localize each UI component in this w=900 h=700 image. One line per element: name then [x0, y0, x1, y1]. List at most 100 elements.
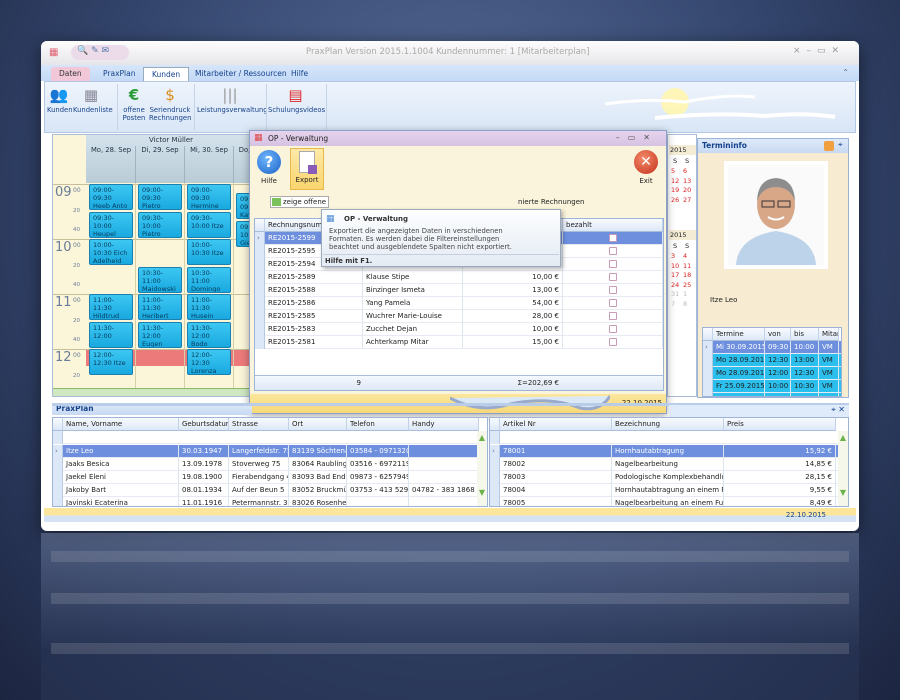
appointment[interactable]: 10:30-11:00 Domingo [187, 266, 231, 293]
table-row[interactable]: › Mi 30.09.2015 09:30 10:00 VM [703, 341, 841, 354]
column-header[interactable]: Name, Vorname [63, 418, 179, 431]
appointment[interactable]: 10:30-11:00 Maidowski [138, 266, 182, 293]
horizontal-scrollbar[interactable] [53, 388, 251, 396]
leistungsverwaltung-button[interactable]: ||| Leistungsverwaltung [197, 86, 268, 115]
collapse-ribbon-icon[interactable]: ⌃ [842, 68, 849, 77]
filter-storno-label[interactable]: nierte Rechnungen [518, 198, 584, 206]
table-row[interactable]: Fr 25.09.201509:3010:00VM [703, 393, 841, 396]
tab-hilfe[interactable]: Hilfe [283, 67, 316, 81]
appointment[interactable]: 11:00-11:30 Heribert Michalska [138, 294, 182, 320]
scroll-down-icon[interactable]: ▼ [477, 488, 487, 497]
export-button[interactable]: Export [290, 148, 324, 190]
appointment[interactable]: 11:30-12:00 [89, 321, 133, 348]
day-number[interactable]: 20 [683, 186, 691, 194]
table-row[interactable]: RE2015-2586 Yang Pamela 54,00 € [255, 297, 663, 310]
day-number[interactable]: 7 [671, 300, 675, 308]
appointment[interactable]: 11:30-12:00 Bodo [187, 321, 231, 348]
dialog-window-controls[interactable]: –▭✕ [616, 133, 658, 142]
table-row[interactable]: Mo 28.09.2015 12:00 12:30 VM [703, 367, 841, 380]
column-header[interactable]: Ort [289, 418, 347, 431]
help-button[interactable]: ? Hilfe [256, 150, 282, 185]
scroll-down-icon[interactable]: ▼ [838, 488, 848, 497]
day-number[interactable]: 6 [683, 167, 687, 175]
table-row[interactable]: RE2015-2588 Binzinger Ismeta 13,00 € [255, 284, 663, 297]
filter-open-checkbox[interactable]: zeige offene [270, 196, 330, 208]
table-row[interactable]: Javinski Ecaterina 11.01.1916 Petermannstr… [53, 497, 487, 506]
table-row[interactable]: › 78001 Hornhautabtragung 15,92 € [490, 445, 848, 458]
day-number[interactable]: 31 [671, 290, 679, 298]
table-row[interactable]: 78003 Podologische Komplexbehandlung 28,15… [490, 471, 848, 484]
appointment[interactable]: 11:30-12:00 Eugen [138, 321, 182, 348]
tab-kunden[interactable]: Kunden [143, 67, 190, 81]
vertical-scrollbar[interactable]: ▲ ▼ [477, 431, 487, 506]
paid-checkbox[interactable] [608, 286, 617, 294]
day-number[interactable]: 17 [671, 271, 679, 279]
appointment[interactable]: 10:00-10:30 Itze [187, 239, 231, 265]
paid-checkbox[interactable] [608, 247, 617, 255]
day-number[interactable]: 12 [671, 177, 679, 185]
tab-praxplan[interactable]: PraxPlan [95, 67, 143, 81]
appointment[interactable]: 11:00-11:30 Husein Raugewitz [187, 294, 231, 320]
column-header[interactable]: Mitarb [819, 328, 839, 341]
paid-checkbox[interactable] [608, 299, 617, 307]
appointment[interactable]: 12:00-12:30 Itze [89, 349, 133, 375]
day-number[interactable]: 25 [683, 281, 691, 289]
table-row[interactable]: Jaekel Eleni 19.08.1900 Fierabendgang 41 83… [53, 471, 487, 484]
paid-checkbox[interactable] [608, 312, 617, 320]
table-row[interactable]: RE2015-2585 Wuchrer Marie-Louise 28,00 € [255, 310, 663, 323]
day-header[interactable]: Mi, 30. Sep [185, 146, 234, 183]
table-row[interactable]: RE2015-2589 Klause Stipe 10,00 € [255, 271, 663, 284]
day-number[interactable]: 1 [683, 290, 687, 298]
vertical-scrollbar[interactable]: ▲ ▼ [838, 431, 848, 506]
exit-button[interactable]: ✕ Exit [632, 150, 660, 185]
day-number[interactable]: 19 [671, 186, 679, 194]
table-row[interactable]: Jakoby Bart 08.01.1934 Auf der Beun 5 83052… [53, 484, 487, 497]
column-header[interactable]: Preis [724, 418, 836, 431]
column-header[interactable]: Geburtsdatum [179, 418, 229, 431]
appointment[interactable]: 09:30-10:00 Heupel Niko [89, 211, 133, 238]
pin-icon[interactable]: ⌖ [838, 140, 843, 150]
day-number[interactable]: 5 [671, 167, 675, 175]
scroll-up-icon[interactable]: ▲ [477, 433, 487, 442]
appointment[interactable]: 09:00-09:30 Pietro Bleser [138, 184, 182, 210]
table-row[interactable]: Jaaks Besica 13.09.1978 Stoverweg 75 83064 … [53, 458, 487, 471]
day-number[interactable]: 13 [683, 177, 691, 185]
seriendruck-button[interactable]: $ Seriendruck Rechnungen [149, 86, 191, 123]
column-header[interactable]: bis [791, 328, 819, 341]
print-icon[interactable] [824, 141, 834, 151]
kunden-button[interactable]: 👥 Kunden [47, 86, 73, 115]
paid-checkbox[interactable] [608, 325, 617, 333]
day-number[interactable]: 24 [671, 281, 679, 289]
column-header[interactable]: Handy [409, 418, 479, 431]
schulungsvideos-button[interactable]: ▤ Schulungsvideos [268, 86, 325, 115]
appointment[interactable]: 09:30-10:00 Itze [187, 211, 231, 238]
paid-checkbox[interactable] [608, 273, 617, 281]
appointment[interactable]: 09:30-10:00 Pietro Bleser [138, 211, 182, 238]
table-row[interactable]: 78005 Nagelbearbeitung an einem Fuß 8,49 € [490, 497, 848, 506]
day-number[interactable]: 4 [683, 252, 687, 260]
column-header[interactable]: Strasse [229, 418, 289, 431]
appointment[interactable]: 09:00-09:30 Heeb Anto [89, 184, 133, 210]
offene-posten-button[interactable]: € offene Posten [121, 86, 147, 123]
mini-calendar[interactable]: 2015 S S 5 6 12 13 19 20 26 27 2015 S S 3 4 10 11 17 18 24 25… [667, 134, 697, 397]
day-header[interactable]: Mo, 28. Sep [87, 146, 136, 183]
day-number[interactable]: 18 [683, 271, 691, 279]
table-row[interactable]: Mo 28.09.2015 12:30 13:00 VM [703, 354, 841, 367]
appointment[interactable]: 11:00-11:30 Hildtrud Zuckschwe [89, 294, 133, 320]
quick-access-toolbar[interactable]: 🔍 ✎ ✉ [71, 45, 129, 60]
appointment[interactable]: 12:00-12:30 Lorenza [187, 349, 231, 375]
column-header[interactable]: Telefon [347, 418, 409, 431]
paid-checkbox[interactable] [608, 234, 617, 242]
tab-mitarbeiter[interactable]: Mitarbeiter / Ressourcen [187, 67, 295, 81]
column-header[interactable]: bezahlt [563, 219, 663, 232]
paid-checkbox[interactable] [608, 260, 617, 268]
kundenliste-button[interactable]: ▦ Kundenliste [73, 86, 113, 115]
panel-controls[interactable]: ⌖ ✕ [669, 405, 849, 417]
tab-daten[interactable]: Daten [51, 67, 90, 81]
day-number[interactable]: 8 [683, 300, 687, 308]
column-header[interactable]: von [765, 328, 791, 341]
paid-checkbox[interactable] [608, 338, 617, 346]
table-row[interactable]: RE2015-2583 Zucchet Dejan 10,00 € [255, 323, 663, 336]
window-controls[interactable]: ⨯–▭✕ [793, 46, 845, 56]
column-header[interactable]: Artikel Nr [500, 418, 612, 431]
